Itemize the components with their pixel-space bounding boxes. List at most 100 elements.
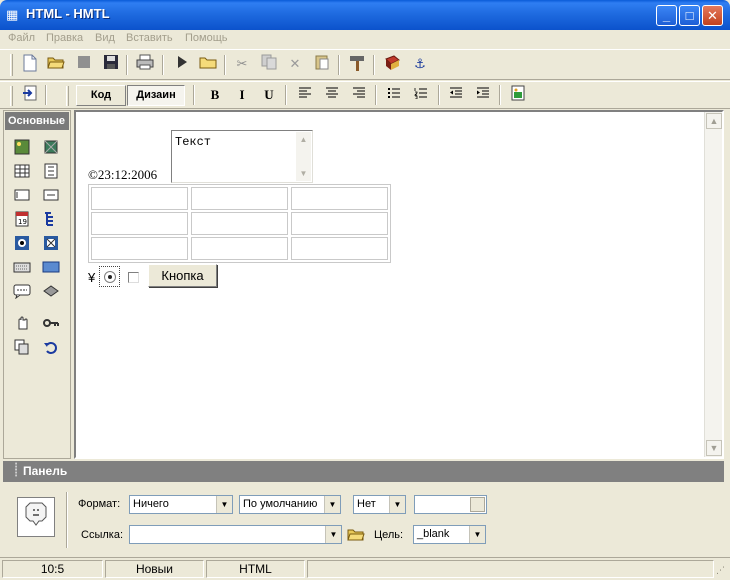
button-element-icon[interactable] <box>42 259 60 277</box>
italic-button[interactable]: I <box>232 85 252 105</box>
table-cell[interactable] <box>291 212 388 235</box>
button-element[interactable]: Кнопка <box>148 264 217 287</box>
close-button[interactable]: ✕ <box>702 5 723 26</box>
menu-file[interactable]: Файл <box>8 32 35 44</box>
print-icon[interactable] <box>135 54 155 74</box>
bold-button[interactable]: B <box>205 85 225 105</box>
toolbar-grip[interactable] <box>10 86 13 106</box>
code-mode-button[interactable]: Код <box>76 85 126 106</box>
chevron-down-icon[interactable]: ▼ <box>389 496 405 513</box>
copy-element-icon[interactable] <box>13 339 31 357</box>
toolbar-separator <box>193 85 195 105</box>
align-center-icon[interactable] <box>322 85 342 105</box>
table-cell[interactable] <box>191 237 288 260</box>
list-element-icon[interactable] <box>42 163 60 181</box>
book-icon[interactable] <box>382 54 402 74</box>
delete-icon[interactable]: ✕ <box>285 54 305 74</box>
maximize-button[interactable]: □ <box>679 5 700 26</box>
input-element-icon[interactable] <box>42 187 60 205</box>
menu-insert[interactable]: Вставить <box>126 32 173 44</box>
toolbar-separator <box>373 55 375 75</box>
textbox-element-icon[interactable] <box>13 187 31 205</box>
numbered-list-icon[interactable] <box>411 85 431 105</box>
outdent-icon[interactable] <box>446 85 466 105</box>
toolbar-grip[interactable] <box>66 86 69 106</box>
align-left-icon[interactable] <box>295 85 315 105</box>
new-file-icon[interactable] <box>20 54 40 74</box>
open-folder-icon[interactable] <box>46 54 66 74</box>
table-cell[interactable] <box>191 187 288 210</box>
target-select[interactable]: _blank ▼ <box>413 525 486 544</box>
checkbox-element[interactable] <box>128 272 139 283</box>
radio-element-icon[interactable] <box>13 235 31 253</box>
folder-icon[interactable] <box>198 54 218 74</box>
design-mode-button[interactable]: Дизаин <box>127 85 185 106</box>
cut-icon[interactable]: ✂ <box>232 54 252 74</box>
format-select[interactable]: Ничего ▼ <box>129 495 233 514</box>
toolbar-grip[interactable] <box>10 54 13 76</box>
panel-grip-icon[interactable]: ⋮ ⋮ <box>11 463 21 479</box>
table-cell[interactable] <box>91 212 188 235</box>
checkbox-element-icon[interactable] <box>42 235 60 253</box>
chevron-down-icon[interactable]: ▼ <box>324 496 340 513</box>
table-element[interactable] <box>88 184 391 263</box>
table-cell[interactable] <box>291 237 388 260</box>
menu-help[interactable]: Помощь <box>185 32 228 44</box>
radio-element[interactable] <box>99 266 120 287</box>
media-element-icon[interactable] <box>42 139 60 157</box>
undo-element-icon[interactable] <box>42 339 60 357</box>
bullet-list-icon[interactable] <box>384 85 404 105</box>
menu-view[interactable]: Вид <box>95 32 115 44</box>
insert-tag-icon[interactable] <box>20 85 40 105</box>
comment-element-icon[interactable] <box>13 283 31 301</box>
chevron-down-icon[interactable]: ▼ <box>216 496 232 513</box>
radio-button[interactable] <box>104 271 116 283</box>
scroll-up-icon[interactable]: ▲ <box>706 113 722 129</box>
chevron-down-icon[interactable]: ▼ <box>325 526 341 543</box>
chevron-down-icon[interactable]: ▼ <box>469 526 485 543</box>
scroll-up-icon[interactable]: ▲ <box>296 132 311 147</box>
align-value: По умолчанию <box>243 498 318 510</box>
panel-title: Панель <box>23 464 68 478</box>
layer-element-icon[interactable] <box>42 283 60 301</box>
hammer-icon[interactable] <box>347 54 367 74</box>
table-cell[interactable] <box>191 212 288 235</box>
keyboard-element-icon[interactable] <box>13 259 31 277</box>
stop-icon[interactable] <box>74 54 94 74</box>
paste-icon[interactable] <box>312 54 332 74</box>
textarea-element[interactable]: Текст ▲ ▼ <box>171 130 313 183</box>
yesno-select[interactable]: Нет ▼ <box>353 495 406 514</box>
calendar-element-icon[interactable]: 19 <box>13 211 31 229</box>
table-cell[interactable] <box>291 187 388 210</box>
scroll-down-icon[interactable]: ▼ <box>706 440 722 456</box>
anchor-icon[interactable]: ⚓ <box>410 54 430 74</box>
save-icon[interactable] <box>101 54 121 74</box>
link-input[interactable]: ▼ <box>129 525 342 544</box>
resize-grip-icon[interactable]: ⋰ <box>716 564 728 576</box>
menu-edit[interactable]: Правка <box>46 32 83 44</box>
canvas-scrollbar[interactable]: ▲ ▼ <box>704 112 722 457</box>
copy-icon[interactable] <box>259 54 279 74</box>
textarea-scrollbar[interactable]: ▲ ▼ <box>296 132 311 181</box>
minimize-button[interactable]: _ <box>656 5 677 26</box>
toolbar-separator <box>438 85 440 105</box>
color-picker[interactable] <box>414 495 487 514</box>
image-element-icon[interactable] <box>13 139 31 157</box>
table-cell[interactable] <box>91 237 188 260</box>
indent-icon[interactable] <box>473 85 493 105</box>
color-swatch[interactable] <box>470 497 485 512</box>
scroll-down-icon[interactable]: ▼ <box>296 166 311 181</box>
insert-image-icon[interactable] <box>508 85 528 105</box>
browse-folder-icon[interactable] <box>347 526 365 542</box>
hand-element-icon[interactable] <box>13 315 31 333</box>
tree-element-icon[interactable] <box>42 211 60 229</box>
table-cell[interactable] <box>91 187 188 210</box>
design-canvas[interactable]: ©23:12:2006 Текст ▲ ▼ ¥ Кнопка ▲ ▼ <box>74 110 724 459</box>
align-select[interactable]: По умолчанию ▼ <box>239 495 341 514</box>
key-element-icon[interactable] <box>42 315 60 333</box>
table-element-icon[interactable] <box>13 163 31 181</box>
align-right-icon[interactable] <box>349 85 369 105</box>
panel-header[interactable]: ⋮ ⋮ Панель <box>3 461 724 482</box>
run-icon[interactable] <box>172 54 192 74</box>
underline-button[interactable]: U <box>259 85 279 105</box>
